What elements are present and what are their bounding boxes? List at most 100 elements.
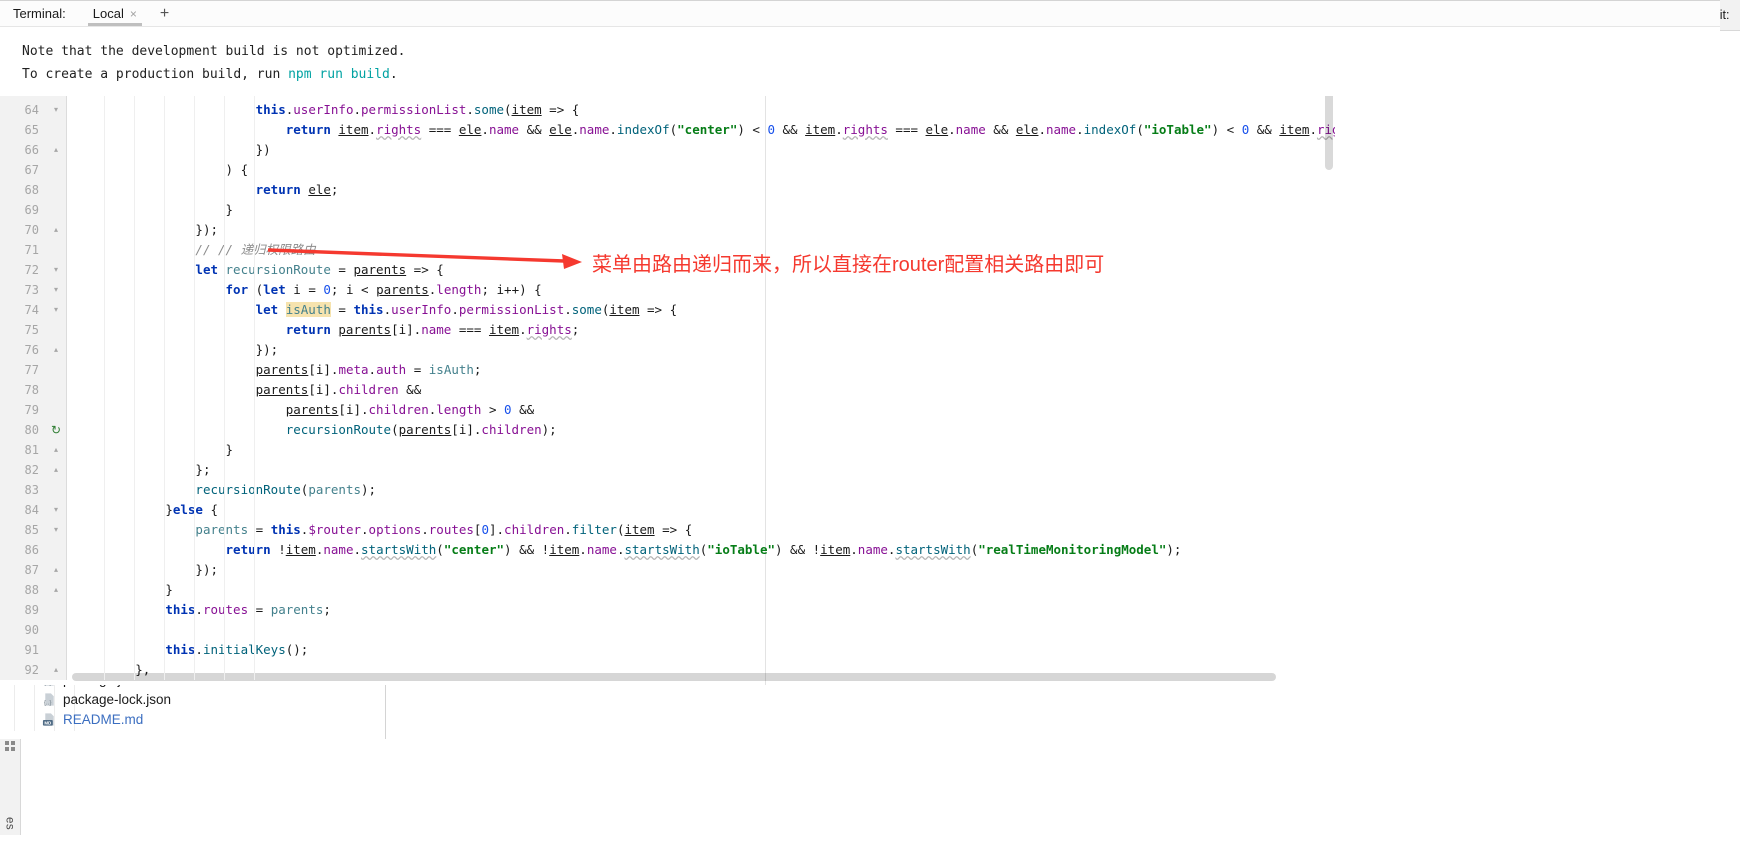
fold-close-icon[interactable]: ▴ [46, 560, 67, 580]
code-line[interactable]: 80↻ recursionRoute(parents[i].children); [0, 420, 1335, 440]
code-line[interactable]: 73▾ for (let i = 0; i < parents.length; … [0, 280, 1335, 300]
code-line[interactable]: 89 this.routes = parents; [0, 600, 1335, 620]
code-line[interactable]: 77 parents[i].meta.auth = isAuth; [0, 360, 1335, 380]
code-text: } [67, 200, 233, 220]
code-text: }); [67, 220, 218, 240]
code-line[interactable]: 82▴ }; [0, 460, 1335, 480]
terminal-output[interactable]: Note that the development build is not o… [0, 27, 1720, 86]
code-indent-guide [254, 0, 255, 680]
fold-close-icon[interactable]: ▴ [46, 660, 67, 680]
code-token: ]. [323, 362, 338, 377]
fold-spacer [46, 240, 67, 260]
code-line[interactable]: 87▴ }); [0, 560, 1335, 580]
code-token: rights [376, 122, 421, 137]
terminal-line: To create a production build, run npm ru… [22, 63, 1720, 86]
line-number: 70 [0, 220, 46, 240]
terminal-tab-local[interactable]: Local × [90, 1, 140, 26]
code-token: [ [308, 362, 316, 377]
terminal-text: . [390, 67, 398, 82]
code-editor[interactable]: 59▾ setRoute() {60 let parents = [];61▾ … [0, 0, 1335, 685]
sidebar-item-cut-label[interactable]: es [0, 812, 19, 835]
fold-open-icon[interactable]: ▾ [46, 300, 67, 320]
fold-close-icon[interactable]: ▴ [46, 220, 67, 240]
code-token: . [195, 642, 203, 657]
code-line[interactable]: 76▴ }); [0, 340, 1335, 360]
line-number: 90 [0, 620, 46, 640]
fold-open-icon[interactable]: ▾ [46, 520, 67, 540]
code-token: } [226, 442, 234, 457]
code-line[interactable]: 79 parents[i].children.length > 0 && [0, 400, 1335, 420]
line-number: 87 [0, 560, 46, 580]
code-line[interactable]: 69 } [0, 200, 1335, 220]
code-token: === [421, 122, 459, 137]
code-token: { [203, 502, 218, 517]
tree-row[interactable]: MDREADME.md [0, 709, 385, 729]
tree-item-label: README.md [63, 712, 143, 727]
code-line[interactable]: 67 ) { [0, 160, 1335, 180]
code-token: item [820, 542, 850, 557]
code-token: . [519, 322, 527, 337]
code-line[interactable]: 81▴ } [0, 440, 1335, 460]
code-token: [ [391, 322, 399, 337]
code-text: parents = this.$router.options.routes[0]… [67, 520, 692, 540]
code-line[interactable]: 70▴ }); [0, 220, 1335, 240]
fold-open-icon[interactable]: ▾ [46, 500, 67, 520]
tree-row[interactable]: {..}package-lock.json [0, 689, 385, 709]
fold-open-icon[interactable]: ▾ [46, 280, 67, 300]
structure-tool-icon [4, 740, 16, 752]
fold-open-icon[interactable]: ▾ [46, 100, 67, 120]
terminal-text: npm run build [288, 67, 390, 82]
code-token: "ioTable" [1144, 122, 1212, 137]
code-token: item [549, 542, 579, 557]
code-token: [ [338, 402, 346, 417]
code-token: ) < [1212, 122, 1242, 137]
line-number: 85 [0, 520, 46, 540]
code-token: startsWith [895, 542, 970, 557]
code-line[interactable]: 88▴ } [0, 580, 1335, 600]
code-line[interactable]: 85▾ parents = this.$router.options.route… [0, 520, 1335, 540]
fold-close-icon[interactable]: ▴ [46, 440, 67, 460]
code-line[interactable]: 78 parents[i].children && [0, 380, 1335, 400]
fold-close-icon[interactable]: ▴ [46, 140, 67, 160]
code-text: recursionRoute(parents); [67, 480, 376, 500]
code-token: filter [572, 522, 617, 537]
code-token: children [504, 522, 564, 537]
code-text: }; [67, 460, 210, 480]
code-token: ]. [466, 422, 481, 437]
code-token: auth [376, 362, 406, 377]
fold-close-icon[interactable]: ▴ [46, 580, 67, 600]
code-line[interactable]: 72▾ let recursionRoute = parents => { [0, 260, 1335, 280]
code-token: let [195, 262, 225, 277]
fold-open-icon[interactable]: ▾ [46, 260, 67, 280]
code-line[interactable]: 66▴ }) [0, 140, 1335, 160]
code-line[interactable]: 84▾ }else { [0, 500, 1335, 520]
code-line[interactable]: 65 return item.rights === ele.name && el… [0, 120, 1335, 140]
code-token: ; [572, 322, 580, 337]
code-lines: 59▾ setRoute() {60 let parents = [];61▾ … [0, 0, 1335, 680]
code-line[interactable]: 75 return parents[i].name === item.right… [0, 320, 1335, 340]
code-token: let [263, 282, 293, 297]
code-line[interactable]: 64▾ this.userInfo.permissionList.some(it… [0, 100, 1335, 120]
code-text: return !item.name.startsWith("center") &… [67, 540, 1181, 560]
fold-spacer [46, 600, 67, 620]
code-line[interactable]: 90 [0, 620, 1335, 640]
code-line[interactable]: 74▾ let isAuth = this.userInfo.permissio… [0, 300, 1335, 320]
code-token: . [369, 362, 377, 377]
close-icon[interactable]: × [130, 7, 137, 21]
code-line[interactable]: 86 return !item.name.startsWith("center"… [0, 540, 1335, 560]
code-token: . [421, 522, 429, 537]
code-line[interactable]: 68 return ele; [0, 180, 1335, 200]
fold-spacer [46, 400, 67, 420]
new-terminal-icon[interactable]: + [160, 5, 169, 23]
fold-close-icon[interactable]: ▴ [46, 340, 67, 360]
code-token: => { [406, 262, 444, 277]
code-token: item [512, 102, 542, 117]
code-token: = [248, 522, 271, 537]
fold-close-icon[interactable]: ▴ [46, 460, 67, 480]
code-token: ) < [737, 122, 767, 137]
code-line[interactable]: 71 // // 递归权限路由 [0, 240, 1335, 260]
code-line[interactable]: 83 recursionRoute(parents); [0, 480, 1335, 500]
horizontal-scrollbar[interactable] [72, 673, 1276, 681]
code-line[interactable]: 91 this.initialKeys(); [0, 640, 1335, 660]
code-token: some [474, 102, 504, 117]
